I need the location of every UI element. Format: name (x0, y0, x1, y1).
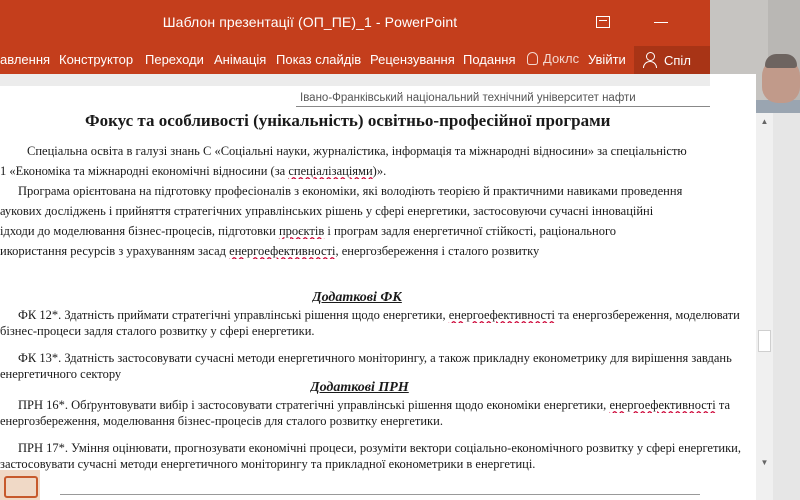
tab-review[interactable]: Рецензування (370, 52, 455, 67)
fk12-line1: ФК 12*. Здатність приймати стратегічні у… (18, 308, 740, 322)
tell-me-label: Доклс (543, 51, 580, 66)
para1-line2: 1 «Економіка та міжнародні економічні ві… (0, 164, 387, 178)
prn17-line1: ПРН 17*. Уміння оцінювати, прогнозувати … (18, 441, 741, 455)
share-button[interactable]: Спіл (634, 46, 710, 74)
para2-line1: Програма орієнтована на підготовку профе… (18, 184, 683, 198)
ribbon-display-options-icon[interactable] (590, 10, 616, 34)
minimize-icon[interactable] (648, 10, 674, 34)
share-label: Спіл (664, 52, 691, 68)
tab-view[interactable]: Подання (463, 52, 516, 67)
fk-heading: Додаткові ФК (312, 290, 402, 305)
footer-divider (60, 494, 700, 495)
prn16-line2: енергозбереження, моделювання бізнес-про… (0, 414, 443, 428)
slide-canvas[interactable] (0, 74, 756, 500)
vertical-scrollbar[interactable] (756, 113, 773, 500)
window-title: Шаблон презентації (ОП_ПЕ)_1 - PowerPoin… (162, 14, 458, 30)
tab-animations[interactable]: Анімація (214, 52, 266, 67)
scroll-down-icon[interactable]: ▼ (758, 458, 771, 468)
para2-line2: аукових досліджень і прийняття стратегіч… (0, 204, 654, 218)
header-divider (296, 106, 710, 107)
fk13-line2: енергетичного сектору (0, 367, 122, 381)
scroll-up-icon[interactable]: ▲ (758, 117, 771, 127)
tab-transitions[interactable]: Переходи (145, 52, 204, 67)
person-icon (642, 51, 658, 69)
prn17-line2: застосовувати сучасні методи енергетично… (0, 457, 536, 471)
tell-me-box[interactable]: Доклс (527, 51, 579, 66)
ribbon-tabs: авлення Конструктор Переходи Анімація По… (0, 46, 710, 74)
title-bar: Шаблон презентації (ОП_ПЕ)_1 - PowerPoin… (0, 0, 710, 46)
webcam-person-hair (765, 54, 797, 68)
lightbulb-icon (527, 52, 538, 65)
fk12-line2: бізнес-процеси задля сталого розвитку у … (0, 324, 315, 338)
tab-slideshow[interactable]: Показ слайдів (276, 52, 361, 67)
tab-design[interactable]: Конструктор (59, 52, 133, 67)
sign-in-link[interactable]: Увійти (588, 52, 626, 67)
prn16-line1: ПРН 16*. Обґрунтовувати вибір і застосов… (18, 398, 731, 412)
university-logo (0, 470, 40, 500)
prn-heading: Додаткові ПРН (310, 380, 409, 395)
scroll-thumb[interactable] (758, 330, 771, 352)
doc-title: Фокус та особливості (унікальність) осві… (85, 111, 611, 130)
fk13-line1: ФК 13*. Здатність застосовувати сучасні … (18, 351, 732, 365)
doc-header: Івано-Франківський національний технічни… (300, 92, 636, 104)
canvas-top-gutter (0, 74, 710, 86)
para2-line4: икористання ресурсів з урахуванням засад… (0, 244, 540, 258)
para1-line1: Спеціальна освіта в галузі знань С «Соці… (27, 144, 687, 158)
para2-line3: ідходи до моделювання бізнес-процесів, п… (0, 224, 617, 238)
tab-home[interactable]: авлення (0, 52, 50, 67)
